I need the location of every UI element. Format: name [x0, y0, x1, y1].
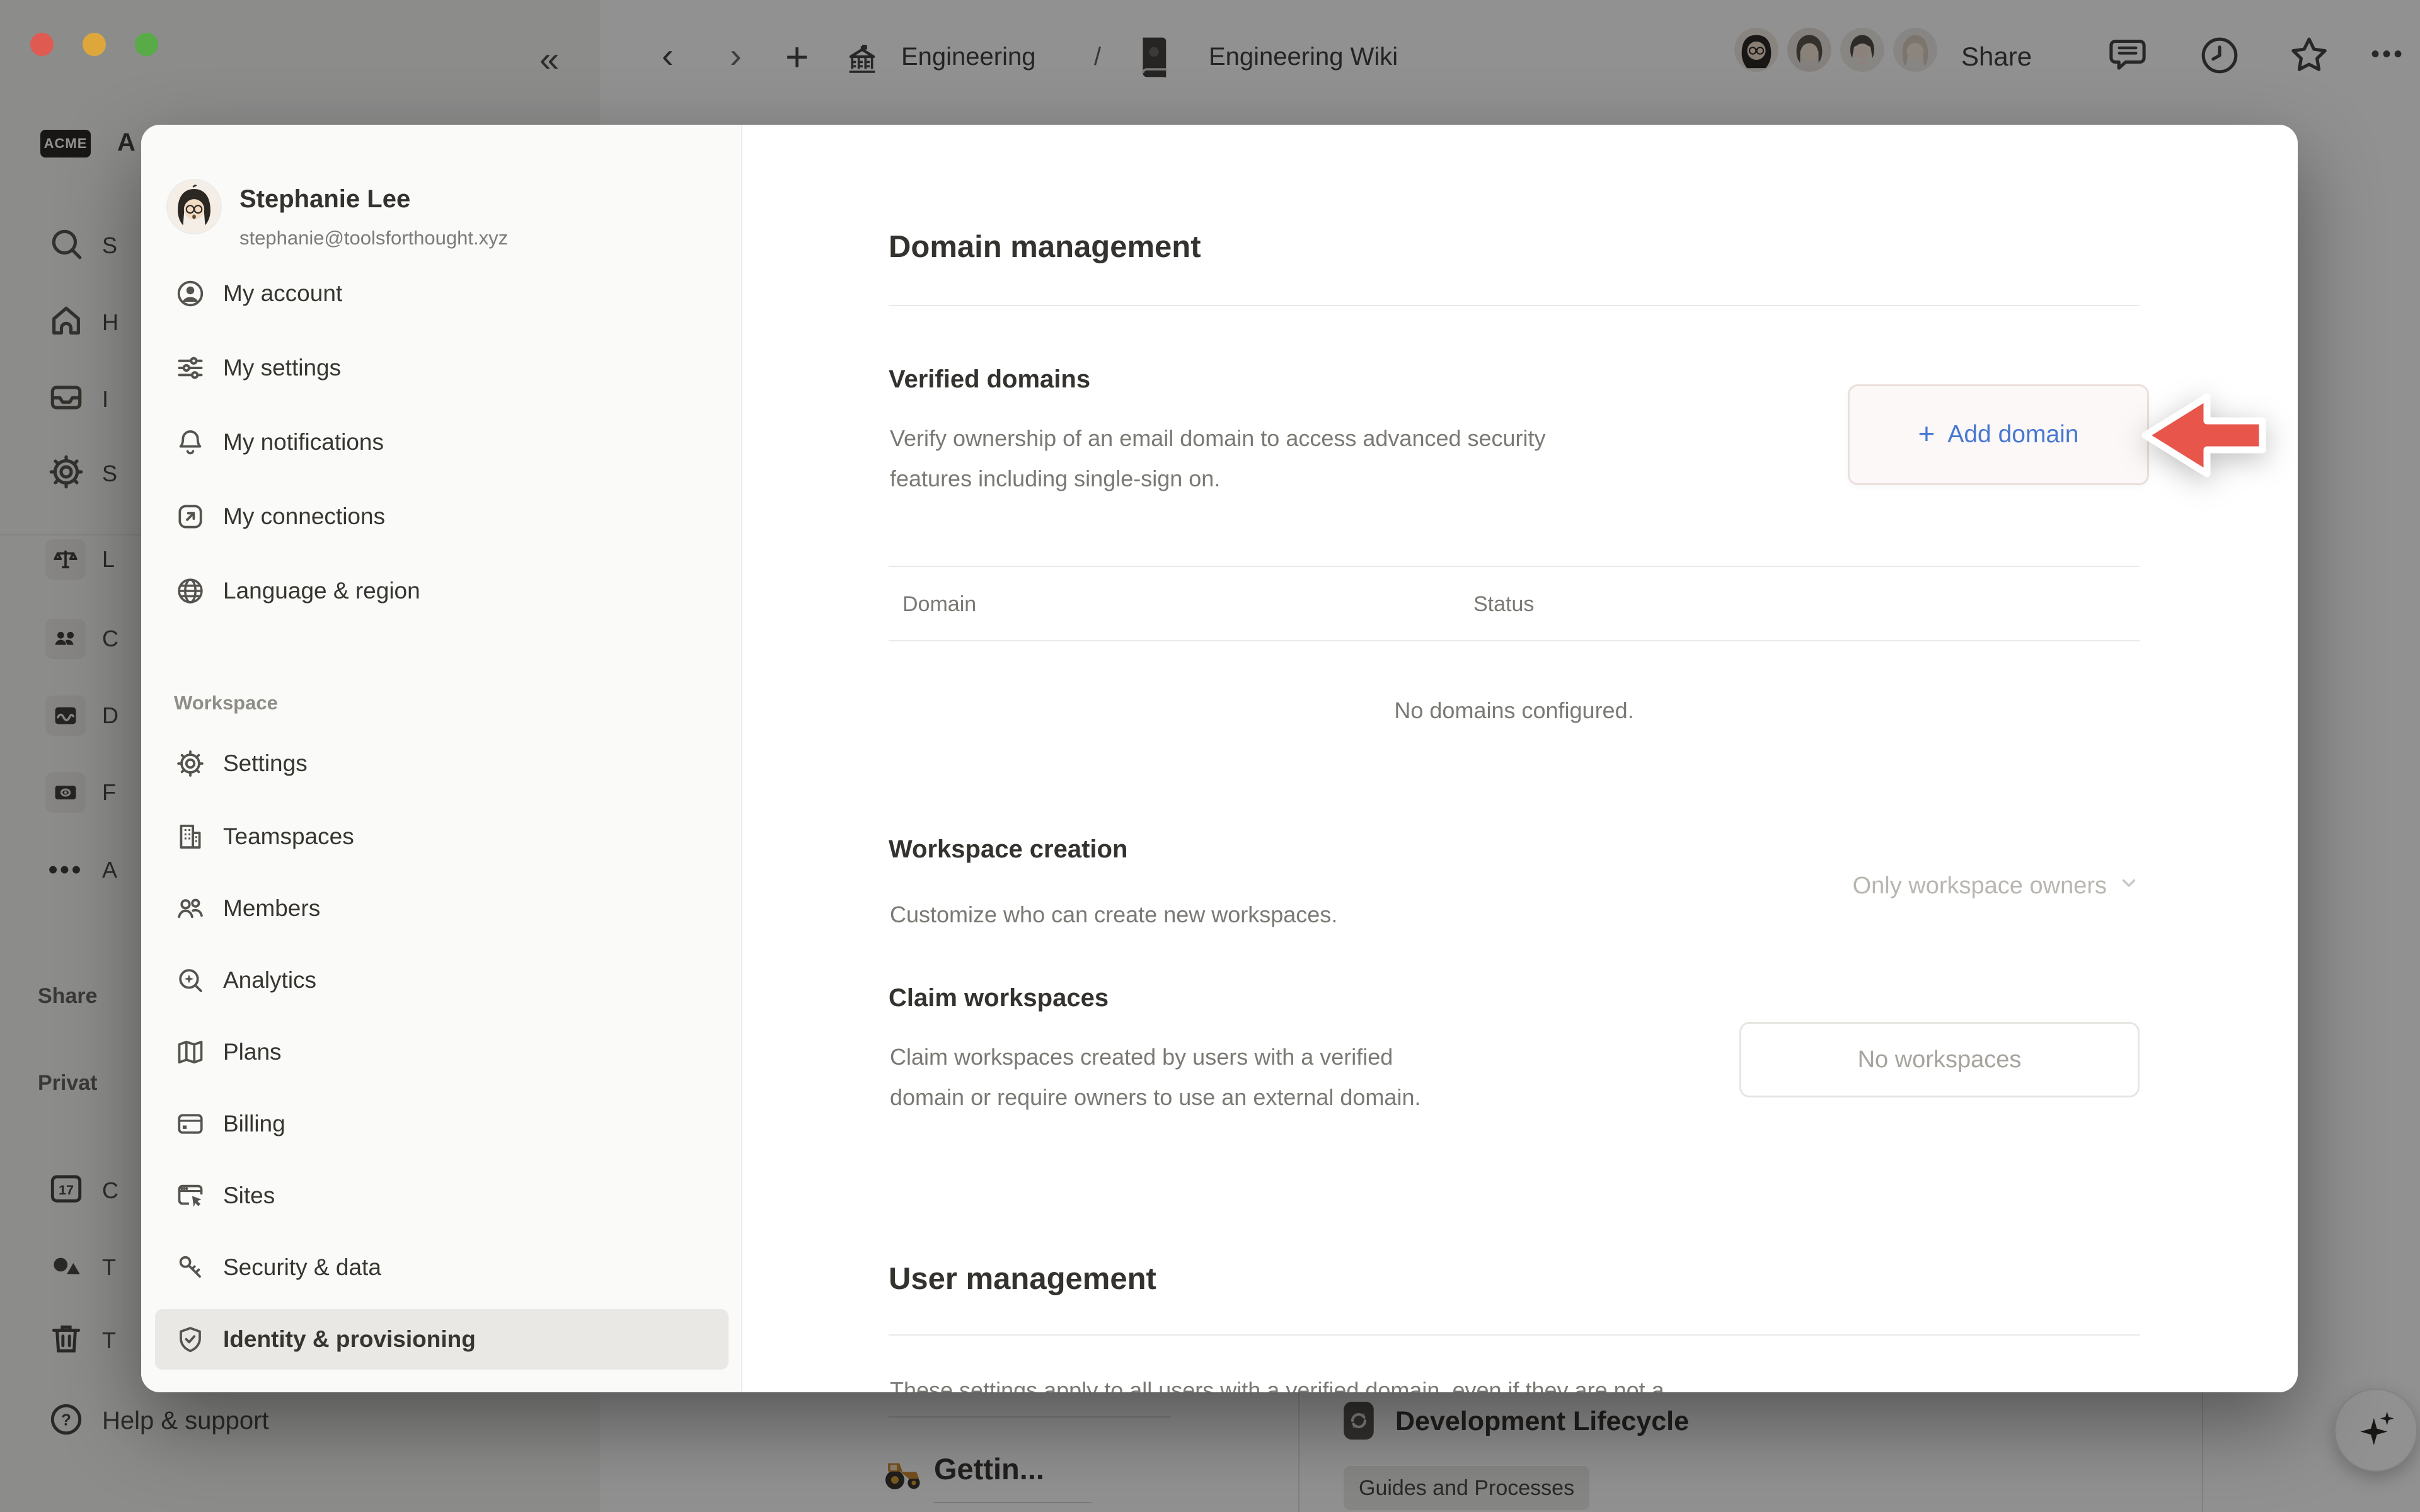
minimize-window-button[interactable] [83, 33, 106, 56]
clipped-paragraph: These settings apply to all users with a… [890, 1377, 1664, 1392]
sidebar-item-plans[interactable]: Plans [155, 1022, 729, 1082]
settings-content: Domain management Verified domains Verif… [742, 125, 2298, 1392]
globe-icon [174, 575, 207, 607]
members-icon [174, 892, 207, 925]
sidebar-item-language-region[interactable]: Language & region [155, 561, 729, 621]
claim-workspaces-heading: Claim workspaces [889, 984, 1109, 1012]
user-management-heading: User management [889, 1261, 1156, 1297]
workspace-creation-heading: Workspace creation [889, 835, 1127, 864]
settings-sidebar: Stephanie Lee stephanie@toolsforthought.… [141, 125, 742, 1392]
sidebar-item-members[interactable]: Members [155, 878, 729, 939]
sidebar-item-my-settings[interactable]: My settings [155, 338, 729, 398]
window-controls [30, 33, 158, 56]
workspace-creation-description: Customize who can create new workspaces. [890, 895, 1337, 935]
table-top-border [889, 566, 2140, 567]
sidebar-item-my-connections[interactable]: My connections [155, 486, 729, 547]
verified-domains-description: Verify ownership of an email domain to a… [890, 418, 1546, 499]
select-value-label: Only workspace owners [1853, 873, 2107, 900]
table-empty-state: No domains configured. [889, 690, 2140, 731]
map-icon [174, 1036, 207, 1068]
browser-cursor-icon [174, 1179, 207, 1212]
zoom-window-button[interactable] [135, 33, 158, 56]
table-header-domain: Domain [902, 592, 976, 617]
sidebar-item-sites[interactable]: Sites [155, 1166, 729, 1226]
annotation-arrow-icon [2136, 386, 2269, 488]
arrow-up-right-box-icon [174, 500, 207, 533]
claim-workspaces-description: Claim workspaces created by users with a… [890, 1037, 1420, 1118]
chevron-down-icon [2118, 872, 2140, 900]
workspace-creation-select[interactable]: Only workspace owners [889, 872, 2140, 900]
plus-icon: + [1918, 419, 1935, 448]
user-name: Stephanie Lee [239, 185, 410, 214]
sidebar-item-my-account[interactable]: My account [155, 263, 729, 324]
sliders-icon [174, 352, 207, 384]
table-header-border [889, 640, 2140, 641]
verified-domains-heading: Verified domains [889, 365, 1090, 394]
shield-check-icon [174, 1323, 207, 1356]
section-divider [889, 1334, 2140, 1336]
sidebar-item-security-data[interactable]: Security & data [155, 1237, 729, 1298]
user-email: stephanie@toolsforthought.xyz [239, 227, 508, 249]
sidebar-item-analytics[interactable]: Analytics [155, 950, 729, 1011]
user-avatar [168, 180, 221, 233]
screen: « ‹ › + Engineering / Engineering Wiki [0, 0, 2420, 1512]
sidebar-section-workspace: Workspace [174, 692, 278, 714]
settings-modal: Stephanie Lee stephanie@toolsforthought.… [141, 125, 2298, 1392]
table-header-status: Status [1473, 592, 1534, 617]
sidebar-item-my-notifications[interactable]: My notifications [155, 412, 729, 472]
sidebar-item-billing[interactable]: Billing [155, 1094, 729, 1154]
add-domain-button[interactable]: + Add domain [1848, 384, 2149, 485]
no-workspaces-button[interactable]: No workspaces [1739, 1022, 2140, 1097]
credit-card-icon [174, 1108, 207, 1140]
bell-icon [174, 426, 207, 459]
building-icon [174, 820, 207, 853]
page-title: Domain management [889, 229, 1201, 265]
sidebar-item-identity-provisioning[interactable]: Identity & provisioning [155, 1309, 729, 1370]
key-icon [174, 1251, 207, 1284]
sidebar-item-teamspaces[interactable]: Teamspaces [155, 806, 729, 867]
person-circle-icon [174, 277, 207, 310]
sidebar-item-settings[interactable]: Settings [155, 733, 729, 794]
close-window-button[interactable] [30, 33, 54, 56]
gear-icon [174, 747, 207, 780]
analytics-icon [174, 964, 207, 997]
section-divider [889, 305, 2140, 306]
sidebar-item-contact-support[interactable]: Contact support [155, 1381, 729, 1392]
